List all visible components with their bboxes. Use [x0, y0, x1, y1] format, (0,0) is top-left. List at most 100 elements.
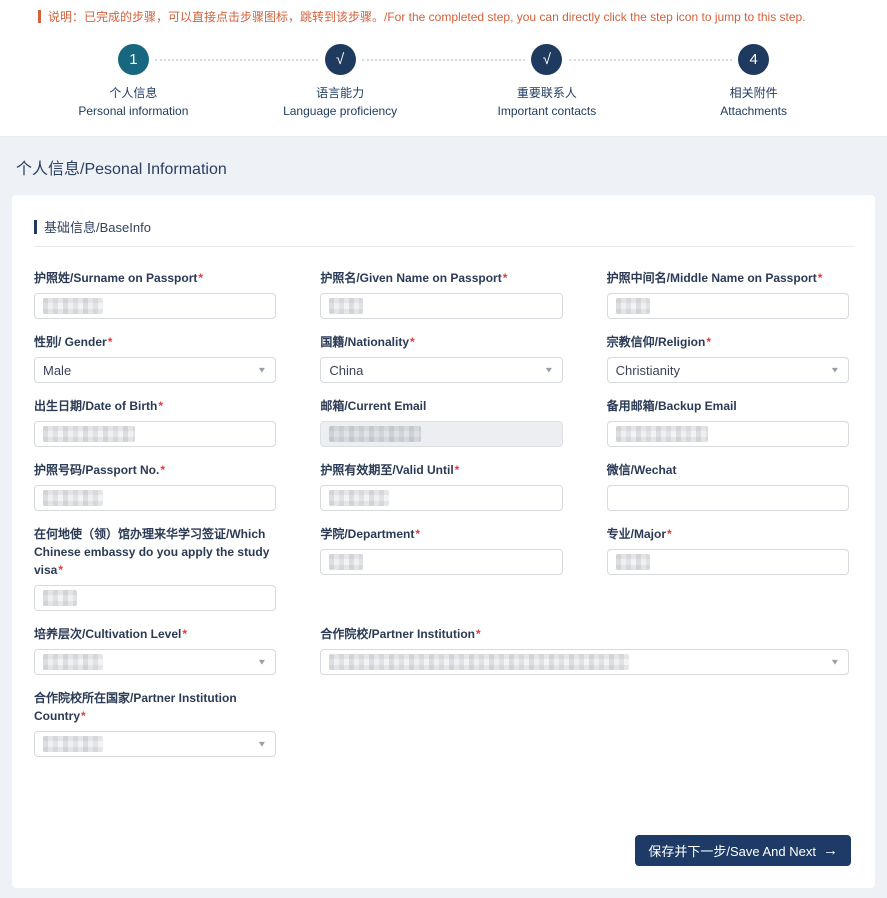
required-asterisk: *	[81, 709, 86, 723]
notice-accent-bar	[38, 10, 41, 23]
notice-bar: 说明：已完成的步骤，可以直接点击步骤图标，跳转到该步骤。/For the com…	[38, 8, 887, 25]
field-label: 护照姓/Surname on Passport*	[34, 271, 204, 285]
wechat-input[interactable]	[606, 485, 849, 511]
redacted-value	[615, 298, 650, 314]
selected-value: China	[329, 362, 364, 378]
field-label: 微信/Wechat	[606, 463, 677, 477]
field-label: 学院/Department*	[320, 527, 421, 541]
field-nationality: 国籍/Nationality* China ▼	[320, 333, 563, 383]
field-label: 护照有效期至/Valid Until*	[320, 463, 460, 477]
required-asterisk: *	[415, 527, 421, 541]
field-surname: 护照姓/Surname on Passport*	[34, 269, 277, 319]
main-content: 个人信息/Pesonal Information 基础信息/BaseInfo 护…	[0, 137, 887, 898]
step-label-en: Personal information	[78, 104, 189, 118]
field-label: 合作院校/Partner Institution*	[320, 627, 481, 641]
required-asterisk: *	[667, 527, 672, 541]
nationality-select[interactable]: China ▼	[320, 357, 563, 383]
required-asterisk: *	[476, 627, 481, 641]
gender-select[interactable]: Male ▼	[34, 357, 277, 383]
redacted-value	[43, 426, 135, 442]
step-label-zh: 个人信息	[109, 86, 158, 100]
religion-select[interactable]: Christianity ▼	[606, 357, 849, 383]
field-label: 护照号码/Passport No.*	[34, 463, 166, 477]
redacted-value	[329, 554, 364, 570]
redacted-value	[43, 590, 77, 606]
selected-value: Christianity	[615, 362, 680, 378]
field-label: 出生日期/Date of Birth*	[34, 399, 164, 413]
cultivation-level-select[interactable]: ▼	[34, 649, 277, 675]
save-and-next-button[interactable]: 保存并下一步/Save And Next →	[635, 835, 851, 866]
field-given-name: 护照名/Given Name on Passport*	[320, 269, 563, 319]
stepper: 1 个人信息 Personal information √ 语言能力 Langu…	[0, 39, 887, 118]
step-label-zh: 相关附件	[729, 86, 778, 100]
save-button-label: 保存并下一步/Save And Next	[648, 844, 816, 859]
base-info-form: 护照姓/Surname on Passport* 护照名/Given Name …	[34, 269, 855, 757]
field-embassy: 在何地使（领）馆办理来华学习签证/Which Chinese embassy d…	[34, 525, 277, 611]
field-passport-no: 护照号码/Passport No.*	[34, 461, 277, 511]
step-1-icon[interactable]: 1	[117, 44, 149, 75]
major-input[interactable]	[606, 549, 849, 575]
field-label: 备用邮箱/Backup Email	[606, 399, 737, 413]
redacted-value	[43, 736, 103, 752]
section-header-baseinfo: 基础信息/BaseInfo	[34, 217, 855, 247]
field-label: 护照名/Given Name on Passport*	[320, 271, 508, 285]
valid-until-input[interactable]	[320, 485, 563, 511]
notice-text: 说明：已完成的步骤，可以直接点击步骤图标，跳转到该步骤。/For the com…	[48, 10, 806, 24]
redacted-value	[615, 426, 708, 442]
step-label-en: Language proficiency	[283, 104, 398, 118]
field-label: 宗教信仰/Religion*	[606, 335, 711, 349]
field-partner-institution-country: 合作院校所在国家/Partner Institution Country* ▼	[34, 689, 277, 757]
chevron-down-icon: ▼	[543, 365, 554, 375]
middle-name-input[interactable]	[606, 293, 849, 319]
field-label: 合作院校所在国家/Partner Institution Country*	[34, 691, 237, 723]
embassy-input[interactable]	[34, 585, 277, 611]
given-name-input[interactable]	[320, 293, 563, 319]
section-accent-bar	[34, 219, 37, 234]
chevron-down-icon: ▼	[257, 739, 268, 749]
partner-institution-country-select[interactable]: ▼	[34, 731, 277, 757]
redacted-value	[43, 298, 103, 314]
redacted-value	[43, 490, 103, 506]
department-input[interactable]	[320, 549, 563, 575]
chevron-down-icon: ▼	[257, 657, 268, 667]
step-2-check-icon[interactable]: √	[324, 44, 356, 75]
step-attachments[interactable]: 4 相关附件 Attachments	[650, 39, 857, 118]
chevron-down-icon: ▼	[257, 365, 268, 375]
field-label: 邮箱/Current Email	[320, 399, 427, 413]
surname-input[interactable]	[34, 293, 277, 319]
redacted-value	[329, 654, 630, 670]
required-asterisk: *	[502, 271, 508, 285]
field-label: 国籍/Nationality*	[320, 335, 415, 349]
step-3-check-icon[interactable]: √	[531, 44, 563, 75]
required-asterisk: *	[160, 463, 166, 477]
step-personal-information[interactable]: 1 个人信息 Personal information	[30, 39, 318, 118]
field-partner-institution: 合作院校/Partner Institution* ▼	[320, 625, 849, 675]
step-language-proficiency[interactable]: √ 语言能力 Language proficiency	[237, 39, 525, 118]
field-valid-until: 护照有效期至/Valid Until*	[320, 461, 563, 511]
required-asterisk: *	[107, 335, 113, 349]
step-label-zh: 重要联系人	[516, 86, 577, 100]
field-label: 护照中间名/Middle Name on Passport*	[606, 271, 823, 285]
passport-no-input[interactable]	[34, 485, 277, 511]
field-label: 培养层次/Cultivation Level*	[34, 627, 188, 641]
chevron-down-icon: ▼	[829, 657, 841, 667]
step-label-zh: 语言能力	[316, 86, 365, 100]
partner-institution-select[interactable]: ▼	[320, 649, 849, 675]
field-religion: 宗教信仰/Religion* Christianity ▼	[606, 333, 849, 383]
section-title: 基础信息/BaseInfo	[44, 220, 151, 235]
chevron-down-icon: ▼	[829, 365, 841, 375]
redacted-value	[43, 654, 103, 670]
required-asterisk: *	[58, 563, 64, 577]
backup-email-input[interactable]	[606, 421, 849, 447]
step-important-contacts[interactable]: √ 重要联系人 Important contacts	[444, 39, 732, 118]
selected-value: Male	[43, 362, 72, 378]
date-of-birth-input[interactable]	[34, 421, 277, 447]
redacted-value	[329, 426, 422, 442]
step-4-icon[interactable]: 4	[738, 44, 770, 75]
current-email-input-disabled	[320, 421, 563, 447]
base-info-card: 基础信息/BaseInfo 护照姓/Surname on Passport* 护…	[12, 195, 875, 888]
redacted-value	[615, 554, 650, 570]
field-cultivation-level: 培养层次/Cultivation Level* ▼	[34, 625, 277, 675]
field-gender: 性别/ Gender* Male ▼	[34, 333, 277, 383]
redacted-value	[329, 490, 390, 506]
